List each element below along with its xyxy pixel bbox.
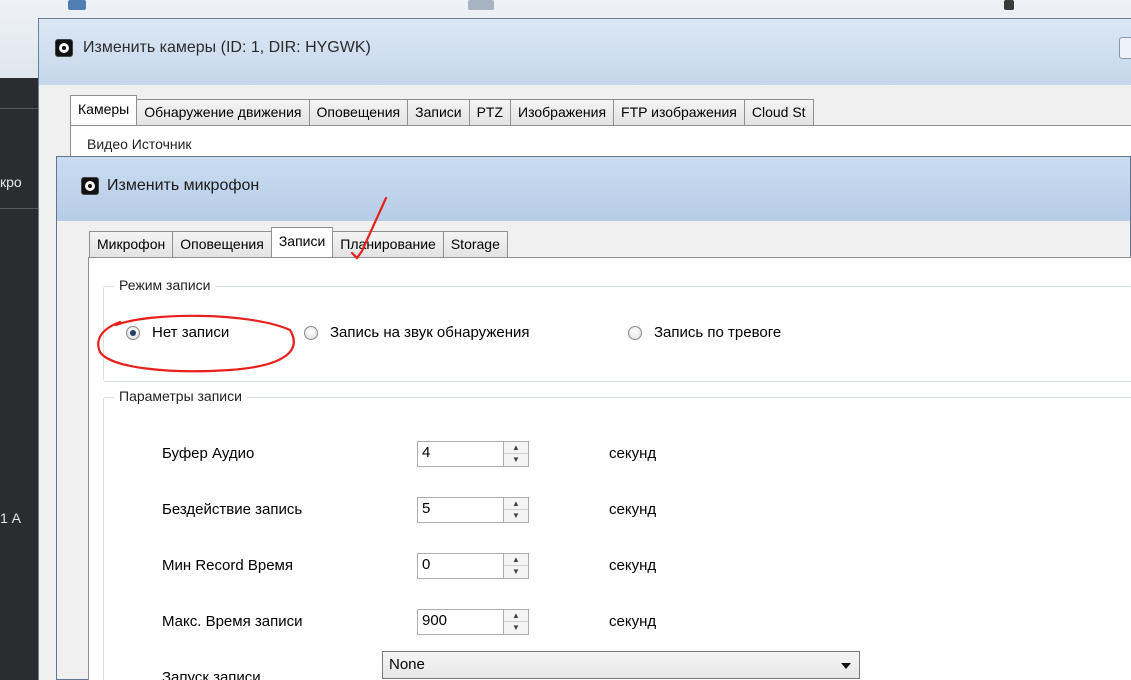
- radio-indicator[interactable]: [304, 325, 318, 340]
- radio-label: Запись на звук обнаружения: [330, 324, 530, 341]
- max-record-time-label: Макс. Время записи: [162, 613, 303, 630]
- record-params-group: Параметры записи: [103, 388, 1131, 680]
- mic-recordings-panel: Режим записи Нет записи Запись на звук о…: [88, 257, 1131, 680]
- tab-storage[interactable]: Storage: [442, 231, 508, 257]
- mic-window-titlebar[interactable]: Изменить микрофон: [57, 157, 1130, 221]
- record-mode-legend: Режим записи: [114, 277, 216, 293]
- taskbar-icon[interactable]: [468, 0, 494, 10]
- video-source-group-label: Видео Источник: [85, 136, 194, 152]
- max-record-time-spinner[interactable]: ▲ ▼: [503, 609, 529, 635]
- spin-down-icon[interactable]: ▼: [504, 622, 528, 634]
- divider: [0, 208, 38, 209]
- start-recording-label: Запуск записи: [162, 669, 261, 680]
- spin-up-icon[interactable]: ▲: [504, 554, 528, 566]
- idle-recording-input[interactable]: 5: [417, 497, 505, 523]
- tab-recordings[interactable]: Записи: [407, 99, 470, 125]
- audio-buffer-spinner[interactable]: ▲ ▼: [503, 441, 529, 467]
- spin-up-icon[interactable]: ▲: [504, 498, 528, 510]
- radio-record-on-sound[interactable]: Запись на звук обнаружения: [304, 324, 530, 341]
- tab-mic-recordings[interactable]: Записи: [270, 227, 334, 257]
- max-record-time-input[interactable]: 900: [417, 609, 505, 635]
- record-mode-group: Режим записи Нет записи Запись на звук о…: [103, 277, 1131, 382]
- radio-indicator[interactable]: [126, 325, 140, 340]
- radio-label: Запись по тревоге: [654, 324, 782, 341]
- tab-motion-detection[interactable]: Обнаружение движения: [136, 99, 310, 125]
- audio-buffer-label: Буфер Аудио: [162, 445, 255, 462]
- background-app-panel: кро 1 А: [0, 78, 38, 680]
- tab-cameras[interactable]: Камеры: [70, 95, 138, 125]
- taskbar-icon[interactable]: [68, 0, 86, 10]
- radio-indicator[interactable]: [628, 325, 642, 340]
- min-record-time-input[interactable]: 0: [417, 553, 505, 579]
- unit-label: секунд: [609, 501, 657, 518]
- eye-icon: [81, 177, 99, 195]
- spin-down-icon[interactable]: ▼: [504, 510, 528, 522]
- idle-recording-label: Бездействие запись: [162, 501, 303, 518]
- unit-label: секунд: [609, 557, 657, 574]
- unit-label: секунд: [609, 613, 657, 630]
- mic-tabs: Микрофон Оповещения Записи Планирование …: [89, 227, 508, 257]
- radio-no-recording[interactable]: Нет записи: [126, 324, 229, 341]
- camera-window-title: Изменить камеры (ID: 1, DIR: HYGWK): [83, 39, 371, 56]
- tab-mic-alerts[interactable]: Оповещения: [172, 231, 272, 257]
- tab-ftp-images[interactable]: FTP изображения: [613, 99, 745, 125]
- camera-window-titlebar[interactable]: Изменить камеры (ID: 1, DIR: HYGWK): [39, 19, 1131, 85]
- taskbar-icon[interactable]: [1004, 0, 1014, 10]
- divider: [0, 108, 38, 109]
- tab-images[interactable]: Изображения: [510, 99, 615, 125]
- min-record-time-label: Мин Record Время: [162, 557, 293, 574]
- tab-alerts[interactable]: Оповещения: [308, 99, 409, 125]
- start-recording-select[interactable]: None: [382, 651, 860, 679]
- screen: кро 1 А Изменить камеры (ID: 1, DIR: HYG…: [0, 0, 1131, 680]
- tab-cloud-storage[interactable]: Cloud St: [743, 99, 814, 125]
- tab-ptz[interactable]: PTZ: [468, 99, 512, 125]
- audio-buffer-input[interactable]: 4: [417, 441, 505, 467]
- min-record-time-spinner[interactable]: ▲ ▼: [503, 553, 529, 579]
- microphone-edit-window: Изменить микрофон Микрофон Оповещения За…: [56, 156, 1131, 680]
- camera-tabs: Камеры Обнаружение движения Оповещения З…: [70, 95, 814, 125]
- idle-recording-spinner[interactable]: ▲ ▼: [503, 497, 529, 523]
- background-label: 1 А: [0, 510, 22, 526]
- select-value: None: [389, 656, 425, 673]
- spin-up-icon[interactable]: ▲: [504, 610, 528, 622]
- background-label: кро: [0, 174, 22, 190]
- window-close-button[interactable]: [1119, 37, 1131, 59]
- chevron-down-icon[interactable]: [841, 663, 851, 669]
- tab-microphone[interactable]: Микрофон: [89, 231, 174, 257]
- eye-icon: [55, 39, 73, 57]
- spin-up-icon[interactable]: ▲: [504, 442, 528, 454]
- tab-scheduling[interactable]: Планирование: [332, 231, 444, 257]
- mic-window-title: Изменить микрофон: [107, 177, 260, 194]
- radio-label: Нет записи: [152, 324, 230, 341]
- spin-down-icon[interactable]: ▼: [504, 454, 528, 466]
- unit-label: секунд: [609, 445, 657, 462]
- radio-record-on-alarm[interactable]: Запись по тревоге: [628, 324, 781, 341]
- spin-down-icon[interactable]: ▼: [504, 566, 528, 578]
- record-params-legend: Параметры записи: [114, 388, 247, 404]
